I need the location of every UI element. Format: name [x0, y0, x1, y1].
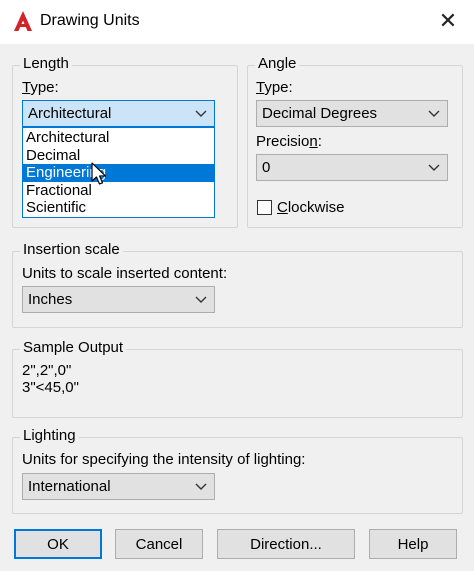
- angle-precision-value: 0: [262, 159, 271, 176]
- lighting-units-combo[interactable]: International: [22, 473, 215, 500]
- length-group-title: Length: [20, 55, 72, 72]
- close-icon[interactable]: ✕: [436, 9, 460, 33]
- chevron-down-icon[interactable]: [421, 101, 447, 126]
- option-fractional[interactable]: Fractional: [23, 182, 214, 200]
- angle-precision-combo[interactable]: 0: [256, 154, 448, 181]
- option-scientific[interactable]: Scientific: [23, 199, 214, 217]
- insertion-scale-title: Insertion scale: [20, 241, 123, 258]
- lighting-units-value: International: [28, 478, 111, 495]
- angle-precision-label: Precision:: [256, 133, 322, 150]
- length-type-label: Type:: [22, 79, 59, 96]
- angle-type-combo[interactable]: Decimal Degrees: [256, 100, 448, 127]
- option-engineering[interactable]: Engineering: [23, 164, 214, 182]
- lighting-title: Lighting: [20, 427, 79, 444]
- chevron-down-icon[interactable]: [188, 474, 214, 499]
- insertion-units-value: Inches: [28, 291, 73, 308]
- sample-output-line-1: 2",2",0": [22, 362, 72, 379]
- clockwise-label[interactable]: Clockwise: [277, 199, 345, 216]
- sample-output-group: [12, 349, 463, 418]
- length-type-value: Architectural: [28, 105, 112, 122]
- angle-type-value: Decimal Degrees: [262, 105, 378, 122]
- sample-output-title: Sample Output: [20, 339, 127, 356]
- sample-output-line-2: 3"<45,0": [22, 379, 79, 396]
- option-architectural[interactable]: Architectural: [23, 129, 214, 147]
- clockwise-checkbox[interactable]: [257, 200, 272, 215]
- length-type-combo[interactable]: Architectural: [22, 100, 215, 127]
- help-button[interactable]: Help: [369, 529, 457, 559]
- angle-type-label: Type:: [256, 79, 293, 96]
- direction-button[interactable]: Direction...: [217, 529, 355, 559]
- cancel-button[interactable]: Cancel: [115, 529, 203, 559]
- insertion-units-label: Units to scale inserted content:: [22, 265, 228, 282]
- lighting-units-label: Units for specifying the intensity of li…: [22, 451, 306, 468]
- mouse-pointer-icon: [90, 162, 110, 186]
- window-title: Drawing Units: [40, 12, 140, 29]
- length-type-dropdown[interactable]: Architectural Decimal Engineering Fracti…: [22, 127, 215, 218]
- chevron-down-icon[interactable]: [421, 155, 447, 180]
- angle-group-title: Angle: [255, 55, 300, 72]
- chevron-down-icon[interactable]: [188, 101, 214, 126]
- chevron-down-icon[interactable]: [188, 287, 214, 312]
- autocad-logo-icon: [13, 10, 33, 32]
- ok-button[interactable]: OK: [14, 529, 102, 559]
- insertion-units-combo[interactable]: Inches: [22, 286, 215, 313]
- option-decimal[interactable]: Decimal: [23, 147, 214, 165]
